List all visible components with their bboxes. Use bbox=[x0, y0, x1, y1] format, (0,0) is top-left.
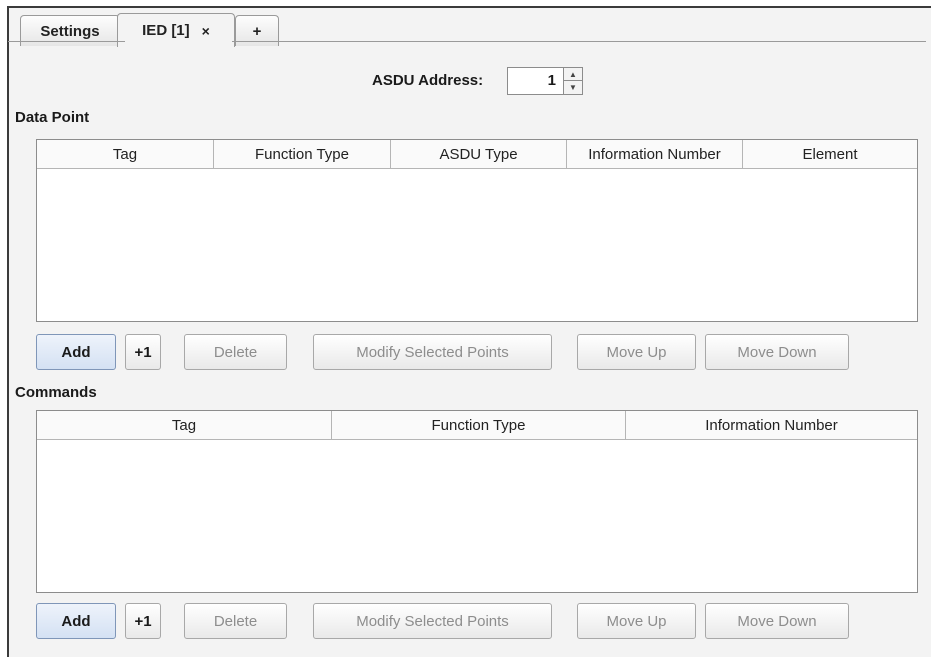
commands-button-row: Add +1 Delete Modify Selected Points Mov… bbox=[36, 603, 906, 639]
spinner-down-icon[interactable]: ▼ bbox=[564, 81, 582, 94]
spinner-arrows: ▲ ▼ bbox=[563, 68, 582, 94]
move-down-button[interactable]: Move Down bbox=[705, 603, 849, 639]
plus-one-button[interactable]: +1 bbox=[125, 334, 161, 370]
delete-button[interactable]: Delete bbox=[184, 603, 287, 639]
asdu-address-spinner[interactable]: 1 ▲ ▼ bbox=[507, 67, 583, 95]
column-header-function-type[interactable]: Function Type bbox=[214, 140, 391, 168]
column-header-function-type[interactable]: Function Type bbox=[332, 411, 626, 439]
column-header-asdu-type[interactable]: ASDU Type bbox=[391, 140, 567, 168]
plus-one-button[interactable]: +1 bbox=[125, 603, 161, 639]
column-header-information-number[interactable]: Information Number bbox=[626, 411, 917, 439]
add-button[interactable]: Add bbox=[36, 334, 116, 370]
modify-selected-points-button[interactable]: Modify Selected Points bbox=[313, 603, 552, 639]
commands-title: Commands bbox=[15, 384, 97, 401]
data-point-title: Data Point bbox=[15, 109, 90, 126]
data-point-header: Tag Function Type ASDU Type Information … bbox=[37, 140, 917, 169]
column-header-element[interactable]: Element bbox=[743, 140, 917, 168]
data-point-button-row: Add +1 Delete Modify Selected Points Mov… bbox=[36, 334, 906, 370]
tab-strip: Settings IED [1] × + bbox=[8, 10, 926, 47]
plus-icon: + bbox=[252, 22, 262, 40]
move-down-button[interactable]: Move Down bbox=[705, 334, 849, 370]
modify-selected-points-button[interactable]: Modify Selected Points bbox=[313, 334, 552, 370]
commands-table[interactable]: Tag Function Type Information Number bbox=[36, 410, 918, 593]
tab-label: IED [1] bbox=[142, 22, 190, 39]
column-header-tag[interactable]: Tag bbox=[37, 140, 214, 168]
commands-header: Tag Function Type Information Number bbox=[37, 411, 917, 440]
close-icon[interactable]: × bbox=[202, 23, 210, 39]
column-header-tag[interactable]: Tag bbox=[37, 411, 332, 439]
add-button[interactable]: Add bbox=[36, 603, 116, 639]
data-point-table[interactable]: Tag Function Type ASDU Type Information … bbox=[36, 139, 918, 322]
spinner-up-icon[interactable]: ▲ bbox=[564, 68, 582, 81]
asdu-address-value[interactable]: 1 bbox=[548, 72, 556, 89]
delete-button[interactable]: Delete bbox=[184, 334, 287, 370]
column-header-information-number[interactable]: Information Number bbox=[567, 140, 743, 168]
move-up-button[interactable]: Move Up bbox=[577, 334, 696, 370]
move-up-button[interactable]: Move Up bbox=[577, 603, 696, 639]
asdu-address-label: ASDU Address: bbox=[372, 72, 484, 89]
tab-label: Settings bbox=[40, 22, 100, 40]
tab-divider bbox=[8, 41, 926, 42]
